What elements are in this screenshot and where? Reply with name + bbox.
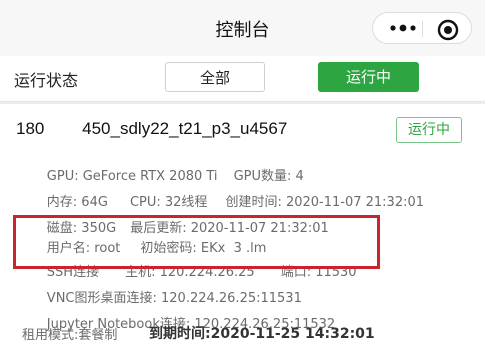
rent-mode: 租用模式:套餐制: [22, 328, 118, 343]
top-navigation-bar: 控制台: [0, 0, 485, 56]
filter-running-button[interactable]: 运行中: [318, 62, 419, 92]
miniprogram-capsule: [372, 12, 472, 44]
capsule-divider: [422, 21, 423, 37]
more-dots-icon[interactable]: [389, 19, 417, 37]
instance-card[interactable]: 180 450_sdly22_t21_p3_u4567 运行中 GPU: GeF…: [0, 104, 485, 349]
console-page: 控制台 运行状态 全部 运行中 180 450_sdly22_t21_p3_u4…: [0, 0, 485, 349]
credentials-highlight: [13, 215, 380, 269]
filter-label: 运行状态: [14, 71, 79, 90]
instance-name: 180 450_sdly22_t21_p3_u4567: [16, 119, 288, 138]
expire-time: 到期时间:2020-11-25 14:32:01: [149, 326, 375, 342]
status-filter-bar: 运行状态 全部 运行中: [0, 56, 485, 102]
filter-all-button[interactable]: 全部: [165, 62, 265, 92]
status-badge: 运行中: [396, 117, 462, 143]
target-circle-icon[interactable]: [437, 19, 459, 41]
